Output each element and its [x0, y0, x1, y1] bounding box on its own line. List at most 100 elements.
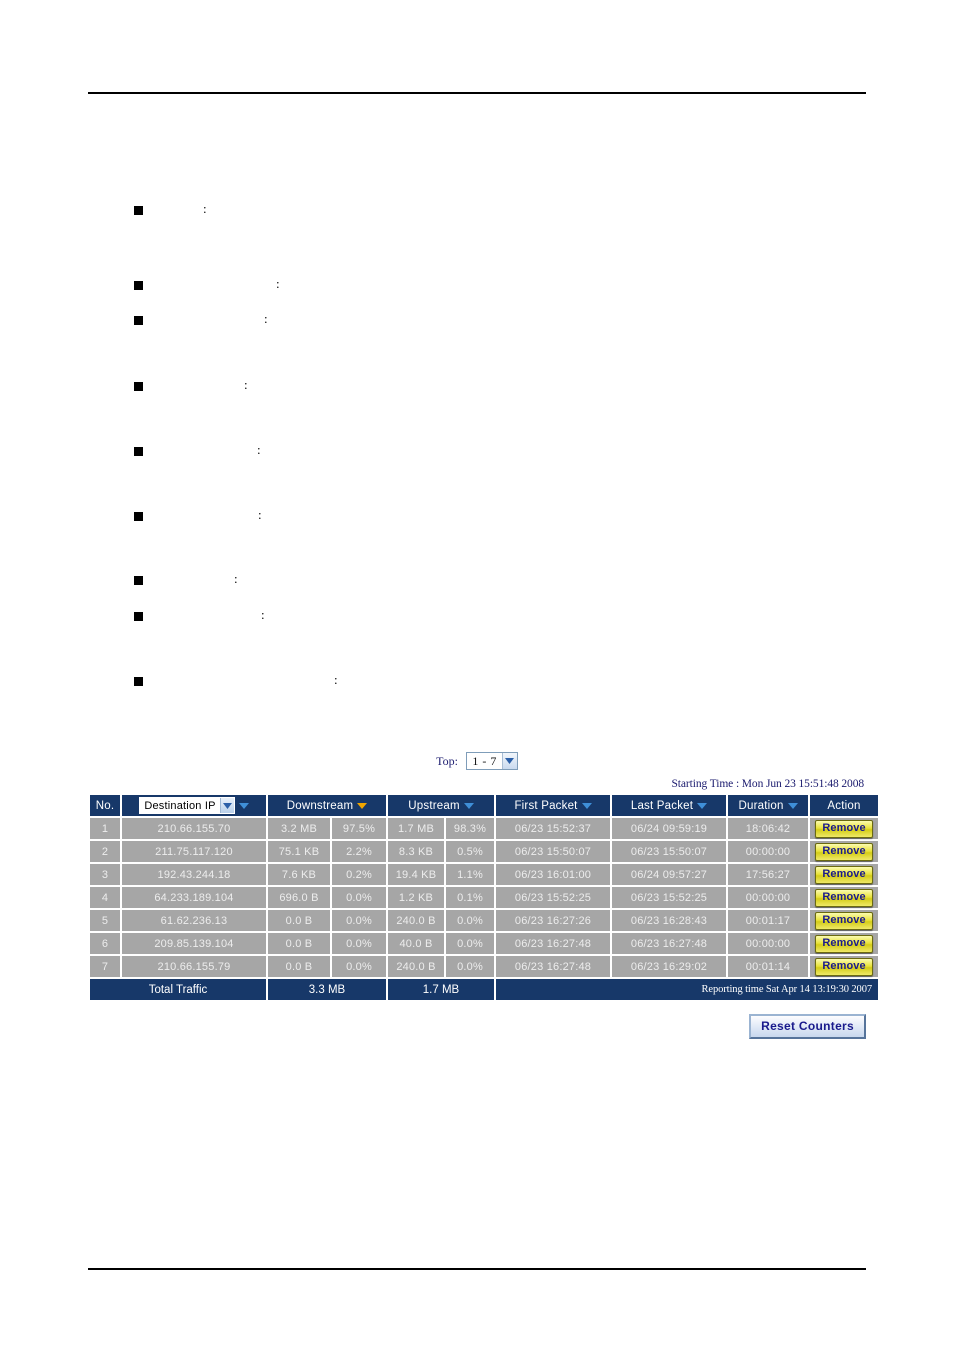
row-number: 4 [90, 887, 120, 909]
table-row: 6 209.85.139.104 0.0 B 0.0% 40.0 B 0.0% 06/23 … [90, 933, 879, 955]
column-header-no: No. [90, 795, 120, 817]
action-cell: Remove [810, 887, 879, 909]
upstream-percent: 1.1% [446, 864, 495, 886]
row-number: 2 [90, 841, 120, 863]
actions-row: Reset Counters [88, 1002, 866, 1040]
reporting-time: Reporting time Sat Apr 14 13:19:30 2007 [496, 979, 879, 1001]
downstream-percent: 0.0% [332, 956, 386, 978]
bullet-marker [134, 677, 143, 686]
destination-ip-value: 209.85.139.104 [122, 933, 266, 955]
remove-button[interactable]: Remove [815, 911, 873, 930]
bullet-text: : [334, 672, 338, 687]
destination-ip-select-value: Destination IP [144, 799, 216, 812]
upstream-percent: 0.0% [446, 956, 495, 978]
upstream-percent: 0.0% [446, 933, 495, 955]
first-packet-value: 06/23 15:52:25 [496, 887, 611, 909]
column-header-destination-ip: Destination IP [122, 795, 266, 817]
last-packet-value: 06/23 15:52:25 [612, 887, 727, 909]
column-header-upstream: Upstream [388, 795, 495, 817]
downstream-value: 3.2 MB [268, 818, 330, 840]
remove-button[interactable]: Remove [815, 865, 873, 884]
downstream-percent: 2.2% [332, 841, 386, 863]
column-header-duration: Duration [728, 795, 809, 817]
bullet-text: : [244, 377, 248, 392]
bullet-text: : [264, 311, 268, 326]
total-upstream-value: 1.7 MB [388, 979, 495, 1001]
column-header-downstream-label: Downstream [286, 799, 354, 812]
sort-icon-duration[interactable] [787, 802, 798, 809]
chevron-down-icon[interactable] [219, 798, 234, 814]
sort-icon-last-packet[interactable] [697, 802, 708, 809]
last-packet-value: 06/24 09:59:19 [612, 818, 727, 840]
column-header-duration-label: Duration [738, 799, 784, 812]
destination-ip-select[interactable]: Destination IP [139, 797, 235, 815]
action-cell: Remove [810, 933, 879, 955]
top-label: Top: [436, 753, 458, 768]
destination-ip-value: 192.43.244.18 [122, 864, 266, 886]
first-packet-value: 06/23 16:27:26 [496, 910, 611, 932]
upstream-value: 240.0 B [388, 956, 444, 978]
row-number: 3 [90, 864, 120, 886]
total-traffic-label: Total Traffic [90, 979, 266, 1001]
upstream-percent: 98.3% [446, 818, 495, 840]
column-header-last-packet: Last Packet [612, 795, 727, 817]
table-footer-row: Total Traffic 3.3 MB 1.7 MB Reporting ti… [90, 979, 879, 1001]
duration-value: 00:00:00 [728, 841, 809, 863]
remove-button[interactable]: Remove [815, 957, 873, 976]
last-packet-value: 06/23 15:50:07 [612, 841, 727, 863]
action-cell: Remove [810, 818, 879, 840]
row-number: 6 [90, 933, 120, 955]
duration-value: 17:56:27 [728, 864, 809, 886]
bullet-marker [134, 512, 143, 521]
action-cell: Remove [810, 956, 879, 978]
first-packet-value: 06/23 15:50:07 [496, 841, 611, 863]
bullet-marker [134, 447, 143, 456]
destination-ip-value: 64.233.189.104 [122, 887, 266, 909]
duration-value: 00:01:17 [728, 910, 809, 932]
destination-ip-value: 61.62.236.13 [122, 910, 266, 932]
upstream-value: 19.4 KB [388, 864, 444, 886]
downstream-percent: 0.0% [332, 910, 386, 932]
top-range-select[interactable]: 1 - 7 [466, 752, 518, 770]
duration-value: 00:01:14 [728, 956, 809, 978]
page-footer-rule [88, 1268, 866, 1270]
bullet-text: : [203, 201, 207, 216]
upstream-percent: 0.1% [446, 887, 495, 909]
bullet-marker [134, 316, 143, 325]
row-number: 5 [90, 910, 120, 932]
table-row: 3 192.43.244.18 7.6 KB 0.2% 19.4 KB 1.1% 06/23… [90, 864, 879, 886]
sort-icon-upstream[interactable] [463, 802, 474, 809]
destination-ip-value: 211.75.117.120 [122, 841, 266, 863]
column-header-first-packet: First Packet [496, 795, 611, 817]
downstream-value: 0.0 B [268, 910, 330, 932]
downstream-percent: 0.0% [332, 933, 386, 955]
row-number: 7 [90, 956, 120, 978]
action-cell: Remove [810, 910, 879, 932]
sort-icon-destination-ip[interactable] [238, 802, 249, 809]
bullet-marker [134, 576, 143, 585]
sort-icon-first-packet[interactable] [581, 802, 592, 809]
bullet-text: : [276, 276, 280, 291]
upstream-value: 8.3 KB [388, 841, 444, 863]
remove-button[interactable]: Remove [815, 888, 873, 907]
last-packet-value: 06/23 16:29:02 [612, 956, 727, 978]
remove-button[interactable]: Remove [815, 934, 873, 953]
top-range-value: 1 - 7 [472, 753, 497, 768]
destination-ip-value: 210.66.155.70 [122, 818, 266, 840]
column-header-last-packet-label: Last Packet [630, 799, 694, 812]
remove-button[interactable]: Remove [815, 819, 873, 838]
bullet-marker [134, 281, 143, 290]
action-cell: Remove [810, 841, 879, 863]
bullet-text: : [257, 442, 261, 457]
reset-counters-button[interactable]: Reset Counters [749, 1014, 866, 1040]
remove-button[interactable]: Remove [815, 842, 873, 861]
downstream-value: 75.1 KB [268, 841, 330, 863]
sort-icon-downstream[interactable] [357, 802, 368, 809]
bullet-marker [134, 382, 143, 391]
duration-value: 00:00:00 [728, 933, 809, 955]
last-packet-value: 06/23 16:27:48 [612, 933, 727, 955]
network-traffic-panel: Top: 1 - 7 Starting Time : Mon Jun 23 15… [88, 752, 881, 1040]
downstream-value: 0.0 B [268, 933, 330, 955]
chevron-down-icon[interactable] [501, 753, 517, 769]
column-header-action-label: Action [827, 799, 861, 812]
